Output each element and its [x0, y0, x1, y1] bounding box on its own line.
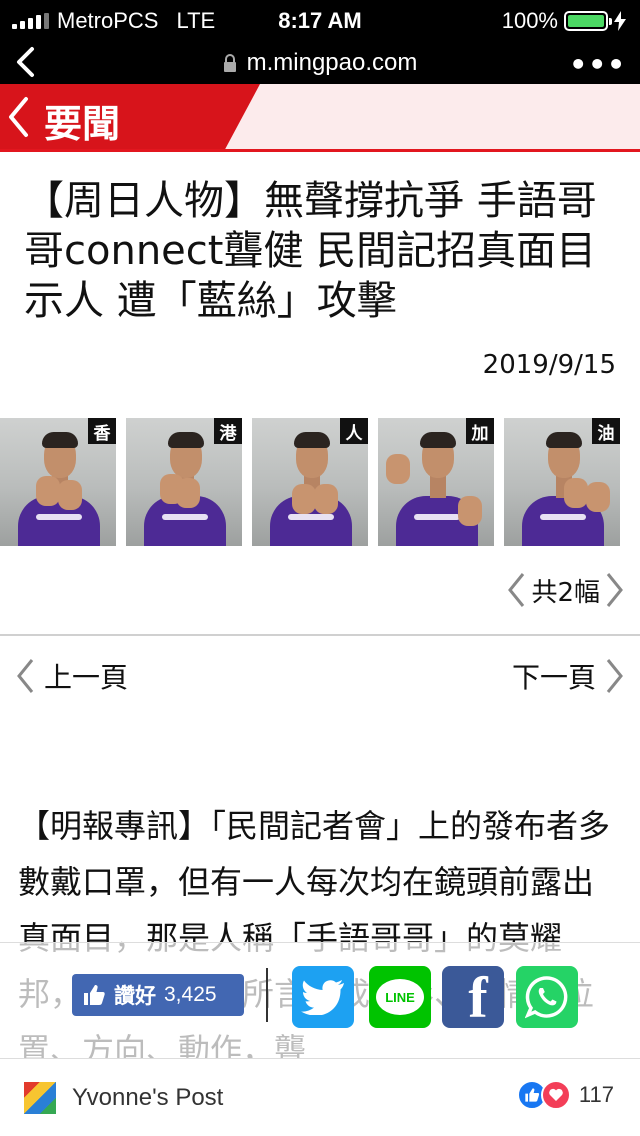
status-bar: MetroPCS LTE 8:17 AM 100% — [0, 0, 640, 40]
gallery-image[interactable]: 人 — [252, 418, 368, 546]
chevron-left-icon[interactable] — [505, 570, 527, 610]
reaction-count: 117 — [578, 1082, 614, 1107]
more-options-button[interactable]: ••• — [569, 48, 626, 81]
chevron-right-icon — [606, 659, 623, 693]
facebook-like-button[interactable]: 讚好 3,425 — [72, 974, 244, 1016]
section-title[interactable]: 要聞 — [44, 93, 120, 148]
twitter-bird-icon — [301, 980, 344, 1015]
figure-hand — [458, 496, 482, 526]
gallery-image[interactable]: 加 — [378, 418, 494, 546]
url-text: m.mingpao.com — [246, 49, 418, 76]
next-page-label: 下一頁 — [511, 661, 596, 694]
divider — [0, 634, 640, 636]
facebook-share-button[interactable]: f — [442, 966, 504, 1028]
whatsapp-phone-icon — [525, 976, 568, 1019]
section-header: 要聞 — [0, 84, 640, 152]
gallery-image[interactable]: 香 — [0, 418, 116, 546]
prev-page-label: 上一頁 — [44, 661, 129, 694]
figure-hand — [586, 482, 610, 512]
image-count-label: 共2幅 — [531, 577, 600, 608]
chevron-left-icon — [17, 659, 34, 693]
image-caption-tag: 油 — [592, 418, 620, 444]
twitter-share-button[interactable] — [292, 966, 354, 1028]
figure-hand — [58, 480, 82, 510]
figure-hair — [294, 432, 330, 448]
figure-hand — [36, 476, 60, 506]
poster-name[interactable]: Yvonne's Post — [72, 1084, 223, 1112]
line-share-button[interactable]: LINE — [369, 966, 431, 1028]
love-reaction-icon — [540, 1080, 571, 1110]
figure-hair — [168, 432, 204, 448]
share-divider — [266, 968, 268, 1022]
figure-hair — [546, 432, 582, 448]
next-page-link[interactable]: 下一頁 — [512, 656, 626, 696]
figure-hand — [564, 478, 588, 508]
thumbs-up-icon — [84, 985, 105, 1005]
section-header-band — [0, 84, 260, 149]
article-date: 2019/9/15 — [482, 350, 616, 380]
battery-percent: 100% — [501, 8, 558, 33]
image-caption-tag: 港 — [214, 418, 242, 444]
facebook-logo-icon: f — [468, 965, 488, 1030]
figure-hand — [176, 478, 200, 508]
like-label: 讚好 — [114, 985, 156, 1008]
image-count-nav[interactable]: 共2幅 — [505, 570, 626, 610]
battery-icon — [564, 11, 612, 31]
chevron-right-icon[interactable] — [604, 570, 626, 610]
figure-hand — [386, 454, 410, 484]
lock-icon — [223, 54, 236, 72]
figure-hair — [42, 432, 78, 448]
charging-bolt-icon — [614, 11, 626, 31]
article-image-gallery[interactable]: 香港人加油 — [0, 418, 640, 546]
prev-page-link[interactable]: 上一頁 — [14, 656, 128, 696]
image-caption-tag: 香 — [88, 418, 116, 444]
gallery-image[interactable]: 港 — [126, 418, 242, 546]
line-logo-icon: LINE — [376, 979, 424, 1015]
article-headline: 【周日人物】無聲撐抗爭 手語哥哥connect聾健 民間記招真面目示人 遭「藍絲… — [24, 178, 597, 324]
figure-hair — [420, 432, 456, 448]
reactions-summary[interactable]: 117 — [516, 1080, 614, 1110]
browser-url-bar: m.mingpao.com ••• — [0, 40, 640, 84]
gallery-image[interactable]: 油 — [504, 418, 620, 546]
avatar[interactable] — [24, 1082, 56, 1114]
whatsapp-share-button[interactable] — [516, 966, 578, 1028]
figure-hand — [314, 484, 338, 514]
like-count: 3,425 — [164, 983, 217, 1006]
image-caption-tag: 加 — [466, 418, 494, 444]
image-caption-tag: 人 — [340, 418, 368, 444]
figure-hand — [292, 484, 316, 514]
address-field[interactable]: m.mingpao.com — [0, 49, 640, 77]
section-back-icon[interactable] — [6, 96, 30, 138]
